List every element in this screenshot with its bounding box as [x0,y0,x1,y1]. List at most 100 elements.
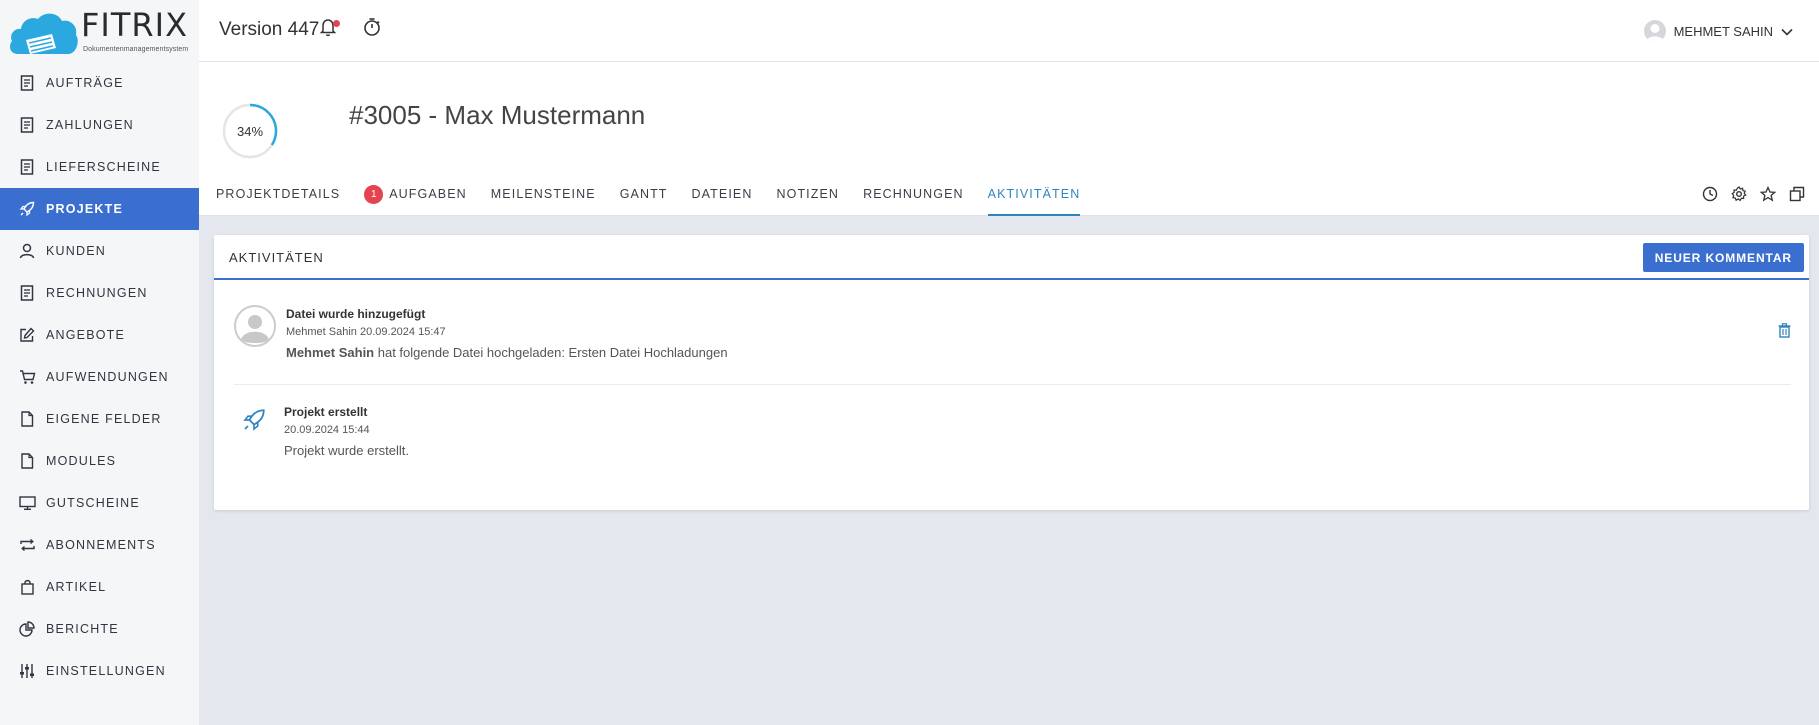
avatar [234,305,276,347]
count-badge: 1 [364,184,384,204]
monitor-icon [18,494,36,512]
sidebar-item-angebote[interactable]: ANGEBOTE [0,314,199,356]
activities-card: AKTIVITÄTEN NEUER KOMMENTAR Datei wurde … [214,235,1809,510]
sidebar-item-label: EIGENE FELDER [46,412,162,426]
activity-body: Datei wurde hinzugefügt Mehmet Sahin 20.… [286,307,728,360]
clock-icon[interactable] [1695,186,1724,202]
tab-notizen[interactable]: NOTIZEN [777,174,840,216]
sidebar-item-label: ARTIKEL [46,580,107,594]
cart-icon [18,368,36,386]
activity-item: Datei wurde hinzugefügt Mehmet Sahin 20.… [234,305,1791,385]
sidebar-item-eigene-felder[interactable]: EIGENE FELDER [0,398,199,440]
brand-tagline: Dokumentenmanagementsystem [83,46,189,53]
avatar [1643,20,1666,42]
user-menu[interactable]: MEHMET SAHIN [1643,20,1793,42]
sidebar-item-artikel[interactable]: ARTIKEL [0,566,199,608]
activity-meta: Mehmet Sahin 20.09.2024 15:47 [286,326,446,338]
sidebar-item-label: RECHNUNGEN [46,286,148,300]
sidebar-item-einstellungen[interactable]: EINSTELLUNGEN [0,650,199,692]
progress-label: 34% [236,123,264,139]
sidebar-item-label: ANGEBOTE [46,328,126,342]
progress-ring: 34% [221,102,279,160]
project-toolbar [1695,186,1811,202]
sidebar-item-label: ABONNEMENTS [46,538,156,552]
sidebar-item-auftraege[interactable]: AUFTRÄGE [0,62,199,104]
sidebar-item-modules[interactable]: MODULES [0,440,199,482]
file-icon [18,452,36,470]
notification-dot [333,20,340,27]
edit-icon [18,326,36,344]
tab-label: PROJEKTDETAILS [216,187,341,201]
sidebar-item-aufwendungen[interactable]: AUFWENDUNGEN [0,356,199,398]
tab-label: GANTT [619,187,668,201]
tab-dateien[interactable]: DATEIEN [692,174,753,216]
sidebar-item-label: PROJEKTE [46,202,123,216]
copy-icon[interactable] [1782,186,1811,202]
rocket-icon [18,200,36,218]
tab-label: RECHNUNGEN [863,187,964,201]
star-icon[interactable] [1753,186,1782,202]
project-header: 34% #3005 - Max Mustermann PROJEKTDETAIL… [199,62,1819,216]
file-icon [18,410,36,428]
sidebar-item-projekte[interactable]: PROJEKTE [0,188,199,230]
sidebar-item-label: BERICHTE [46,622,119,636]
sidebar-item-kunden[interactable]: KUNDEN [0,230,199,272]
sidebar-item-label: LIEFERSCHEINE [46,160,161,174]
gear-icon[interactable] [1724,186,1753,202]
sidebar-item-zahlungen[interactable]: ZAHLUNGEN [0,104,199,146]
tab-aufgaben[interactable]: 1 AUFGABEN [364,174,467,216]
document-icon [18,284,36,302]
card-title: AKTIVITÄTEN [229,250,324,265]
sidebar-item-label: GUTSCHEINE [46,496,140,510]
project-number: #3005 [349,100,422,130]
activity-title: Datei wurde hinzugefügt [286,307,426,321]
tab-label: AKTIVITÄTEN [987,187,1081,201]
tab-gantt[interactable]: GANTT [620,174,668,216]
new-comment-button[interactable]: NEUER KOMMENTAR [1642,243,1804,272]
repeat-icon [18,536,36,554]
sidebar-item-rechnungen[interactable]: RECHNUNGEN [0,272,199,314]
trash-icon[interactable] [1778,323,1791,343]
cloud-logo-icon [10,13,78,54]
activity-body: Projekt erstellt 20.09.2024 15:44 Projek… [284,405,409,458]
stopwatch-icon[interactable] [362,17,382,42]
activity-item: Projekt erstellt 20.09.2024 15:44 Projek… [234,403,1791,483]
activity-title: Projekt erstellt [284,405,368,419]
brand-logo[interactable]: FITRIX Dokumentenmanagementsystem [8,6,193,58]
tab-label: MEILENSTEINE [490,187,596,201]
sidebar-item-label: EINSTELLUNGEN [46,664,166,678]
tab-rechnungen[interactable]: RECHNUNGEN [863,174,964,216]
page-title: #3005 - Max Mustermann [349,100,645,131]
bag-icon [18,578,36,596]
sidebar-item-abonnements[interactable]: ABONNEMENTS [0,524,199,566]
sidebar-item-label: AUFTRÄGE [46,76,124,90]
tab-label: AUFGABEN [389,187,467,201]
tab-aktivitaeten[interactable]: AKTIVITÄTEN [987,174,1081,216]
sidebar-nav: AUFTRÄGE ZAHLUNGEN LIEFERSCHEINE PROJEKT… [0,62,199,692]
sidebar: FITRIX Dokumentenmanagementsystem AUFTRÄ… [0,0,199,725]
brand-name: FITRIX [81,6,188,44]
sidebar-item-gutscheine[interactable]: GUTSCHEINE [0,482,199,524]
pie-chart-icon [18,620,36,638]
sidebar-item-label: AUFWENDUNGEN [46,370,169,384]
chevron-down-icon [1781,24,1793,39]
top-bar: Version 447 MEHMET SAHIN [199,0,1819,62]
tab-projektdetails[interactable]: PROJEKTDETAILS [216,174,340,216]
activity-text: Mehmet Sahin hat folgende Datei hochgela… [286,345,728,360]
sliders-icon [18,662,36,680]
version-label: Version 447 [219,19,320,40]
rocket-icon [242,408,266,437]
sidebar-item-lieferscheine[interactable]: LIEFERSCHEINE [0,146,199,188]
activity-text: Projekt wurde erstellt. [284,443,409,458]
tab-label: NOTIZEN [776,187,840,201]
document-icon [18,116,36,134]
tab-meilensteine[interactable]: MEILENSTEINE [491,174,596,216]
project-tabs: PROJEKTDETAILS 1 AUFGABEN MEILENSTEINE GA… [216,174,1104,216]
sidebar-item-label: ZAHLUNGEN [46,118,134,132]
user-icon [18,242,36,260]
sidebar-item-berichte[interactable]: BERICHTE [0,608,199,650]
sidebar-item-label: KUNDEN [46,244,106,258]
card-header: AKTIVITÄTEN NEUER KOMMENTAR [214,235,1809,280]
tab-label: DATEIEN [691,187,753,201]
sidebar-item-label: MODULES [46,454,117,468]
